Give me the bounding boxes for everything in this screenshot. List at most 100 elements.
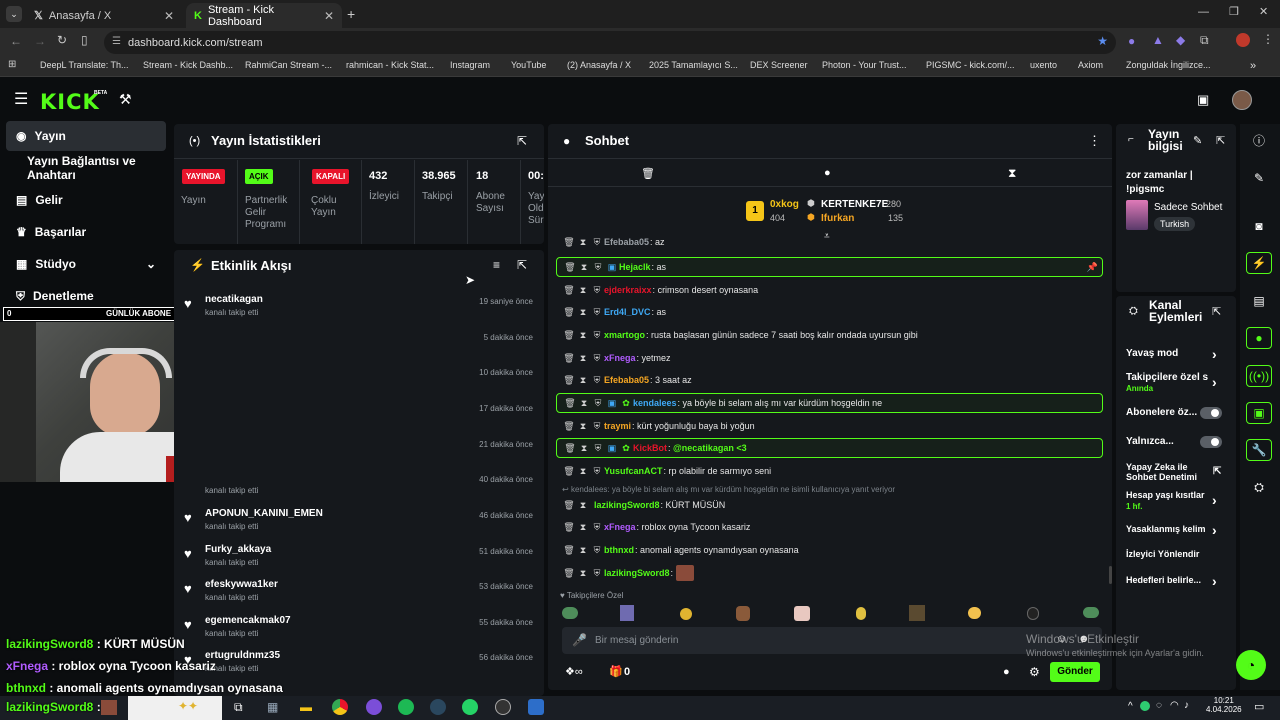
search-box[interactable]: ✦✦ xyxy=(128,696,222,720)
app-icon[interactable] xyxy=(528,699,544,715)
extension-icon[interactable]: ▲ xyxy=(1152,33,1164,47)
chat-menu-kebab-icon[interactable]: ⋮ xyxy=(1088,133,1101,149)
hourglass-icon[interactable]: ⧗ xyxy=(576,307,590,318)
hamburger-menu-icon[interactable]: ☰ xyxy=(14,89,28,109)
trash-icon[interactable]: 🗑 xyxy=(562,568,576,579)
chat-scrollbar[interactable] xyxy=(1109,566,1112,584)
hourglass-icon[interactable]: ⧗ xyxy=(576,237,590,248)
tab-kick-dashboard[interactable]: K Stream - Kick Dashboard ✕ xyxy=(186,3,342,28)
filter-icon[interactable]: ≡ xyxy=(493,258,500,272)
trash-icon[interactable]: 🗑 xyxy=(641,167,655,180)
clock[interactable]: 10:21 4.04.2026 xyxy=(1206,696,1242,714)
emote-icon[interactable] xyxy=(1083,607,1099,618)
trash-icon[interactable]: 🗑 xyxy=(562,285,576,296)
gift-icon[interactable]: 🎁 xyxy=(609,665,623,678)
emote-icon[interactable] xyxy=(909,605,925,621)
back-icon[interactable]: ← xyxy=(10,34,22,48)
info-icon[interactable]: ⓘ xyxy=(1246,129,1272,151)
tray-app-icon[interactable]: ◌ xyxy=(1156,700,1162,711)
trash-icon[interactable]: 🗑 xyxy=(562,421,576,432)
close-icon[interactable]: ✕ xyxy=(324,9,334,23)
trash-icon[interactable]: 🗑 xyxy=(563,398,577,409)
support-chat-icon[interactable]: ◔ xyxy=(1236,650,1266,680)
apps-grid-icon[interactable]: ⊞ xyxy=(8,59,16,70)
action-followers-only[interactable]: Takipçilere özel so Anında › xyxy=(1116,372,1234,396)
window-close-icon[interactable]: ✕ xyxy=(1259,5,1268,18)
points-infinity-icon[interactable]: ❖∞ xyxy=(565,665,583,678)
bookmark-item[interactable]: uxento xyxy=(1030,60,1057,70)
trash-icon[interactable]: 🗑 xyxy=(562,353,576,364)
chat-bubble-icon[interactable]: ● xyxy=(1246,327,1272,349)
hourglass-icon[interactable]: ⧗ xyxy=(576,421,590,432)
screen-icon[interactable]: ▣ xyxy=(1246,402,1272,424)
popout-icon[interactable]: ⇱ xyxy=(517,258,527,272)
hourglass-icon[interactable]: ⧗ xyxy=(576,330,590,341)
notification-icon[interactable]: ▭ xyxy=(1254,700,1264,713)
chat-bubble-icon[interactable]: ● xyxy=(1003,666,1010,678)
app-icon[interactable]: ▦ xyxy=(267,700,278,714)
mic-icon[interactable]: 🎤 xyxy=(572,633,587,647)
trash-icon[interactable]: 🗑 xyxy=(562,330,576,341)
minimize-icon[interactable]: — xyxy=(1198,6,1209,18)
sidebar-item-stream-key[interactable]: Yayın Bağlantısı ve Anahtarı xyxy=(17,153,177,183)
bookmark-item[interactable]: DEX Screener xyxy=(750,60,808,70)
action-subscribers-only[interactable]: Abonelere öz... xyxy=(1116,407,1234,421)
tray-chevron-icon[interactable]: ^ xyxy=(1128,701,1133,712)
hourglass-icon[interactable]: ⧗ xyxy=(576,353,590,364)
lightning-icon[interactable]: ⚡ xyxy=(1246,252,1272,274)
sidebar-item-basarilar[interactable]: ♛ Başarılar xyxy=(6,217,166,247)
edit-pencil-icon[interactable]: ✎ xyxy=(1193,134,1202,147)
broadcast-icon[interactable]: ((•)) xyxy=(1246,365,1272,387)
bookmark-item[interactable]: Axiom xyxy=(1078,60,1103,70)
sidebar-item-gelir[interactable]: ▤ Gelir xyxy=(6,185,166,215)
action-raid[interactable]: İzleyici Yönlendir xyxy=(1116,549,1234,563)
extension-icon[interactable]: ● xyxy=(1128,34,1135,48)
maximize-icon[interactable]: ❐ xyxy=(1229,5,1239,18)
send-button[interactable]: Gönder xyxy=(1050,662,1100,682)
document-icon[interactable]: ▤ xyxy=(1246,290,1272,312)
tab-x[interactable]: 𝕏 Anasayfa / X ✕ xyxy=(26,3,182,28)
chat-bubble-icon[interactable]: ● xyxy=(824,167,831,179)
bookmark-item[interactable]: Zonguldak İngilizce... xyxy=(1126,60,1211,70)
actions-icon[interactable]: ⛭ xyxy=(1246,476,1272,498)
bookmark-item[interactable]: RahmiCan Stream -... xyxy=(245,60,332,70)
hourglass-icon[interactable]: ⧗ xyxy=(577,443,591,454)
hourglass-icon[interactable]: ⧗ xyxy=(577,262,591,273)
wallet-icon[interactable]: ▣ xyxy=(1197,92,1209,108)
chat-input[interactable]: 🎤 Bir mesaj gönderin ☺ ☻ xyxy=(562,627,1102,654)
kick-logo[interactable]: KICK xyxy=(40,90,100,114)
category-thumbnail[interactable] xyxy=(1126,200,1148,230)
hourglass-icon[interactable]: ⧗ xyxy=(576,375,590,386)
menu-kebab-icon[interactable]: ⋮ xyxy=(1262,32,1274,46)
site-info-icon[interactable]: ☰ xyxy=(112,36,121,47)
hourglass-icon[interactable]: ⧗ xyxy=(576,545,590,556)
user-avatar[interactable] xyxy=(1232,90,1252,110)
trash-icon[interactable]: 🗑 xyxy=(562,237,576,248)
more-bookmarks-icon[interactable]: » xyxy=(1250,60,1256,72)
bookmark-item[interactable]: rahmican - Kick Stat... xyxy=(346,60,434,70)
reload-icon[interactable]: ↻ xyxy=(57,33,67,47)
volume-icon[interactable]: ♪ xyxy=(1184,700,1189,711)
subscribers-only-toggle[interactable] xyxy=(1200,407,1222,419)
bookmark-item[interactable]: Photon - Your Trust... xyxy=(822,60,907,70)
emote-icon[interactable] xyxy=(1027,607,1039,620)
trash-icon[interactable]: 🗑 xyxy=(562,466,576,477)
sidebar-item-studyo[interactable]: ▦ Stüdyo ⌄ xyxy=(6,249,166,279)
hourglass-icon[interactable]: ⧗ xyxy=(576,285,590,296)
emote-icon[interactable] xyxy=(562,607,578,619)
extension-icon[interactable]: ◆ xyxy=(1176,33,1185,47)
bookmark-item[interactable]: YouTube xyxy=(511,60,546,70)
gear-icon[interactable]: ⚙ xyxy=(1029,665,1040,679)
tray-app-icon[interactable] xyxy=(1140,701,1150,711)
edit-pencil-icon[interactable]: ✎ xyxy=(1246,167,1272,189)
popout-icon[interactable]: ⇱ xyxy=(517,134,527,148)
trash-icon[interactable]: 🗑 xyxy=(562,375,576,386)
hourglass-icon[interactable]: ⧗ xyxy=(577,398,591,409)
pin-icon[interactable]: 📌 xyxy=(1087,262,1098,273)
hourglass-icon[interactable]: ⧗ xyxy=(576,568,590,579)
emote-icon[interactable] xyxy=(620,605,634,621)
bookmark-item[interactable]: (2) Anasayfa / X xyxy=(567,60,631,70)
trash-icon[interactable]: 🗑 xyxy=(563,443,577,454)
close-icon[interactable]: ✕ xyxy=(164,9,174,23)
bookmark-item[interactable]: Instagram xyxy=(450,60,490,70)
